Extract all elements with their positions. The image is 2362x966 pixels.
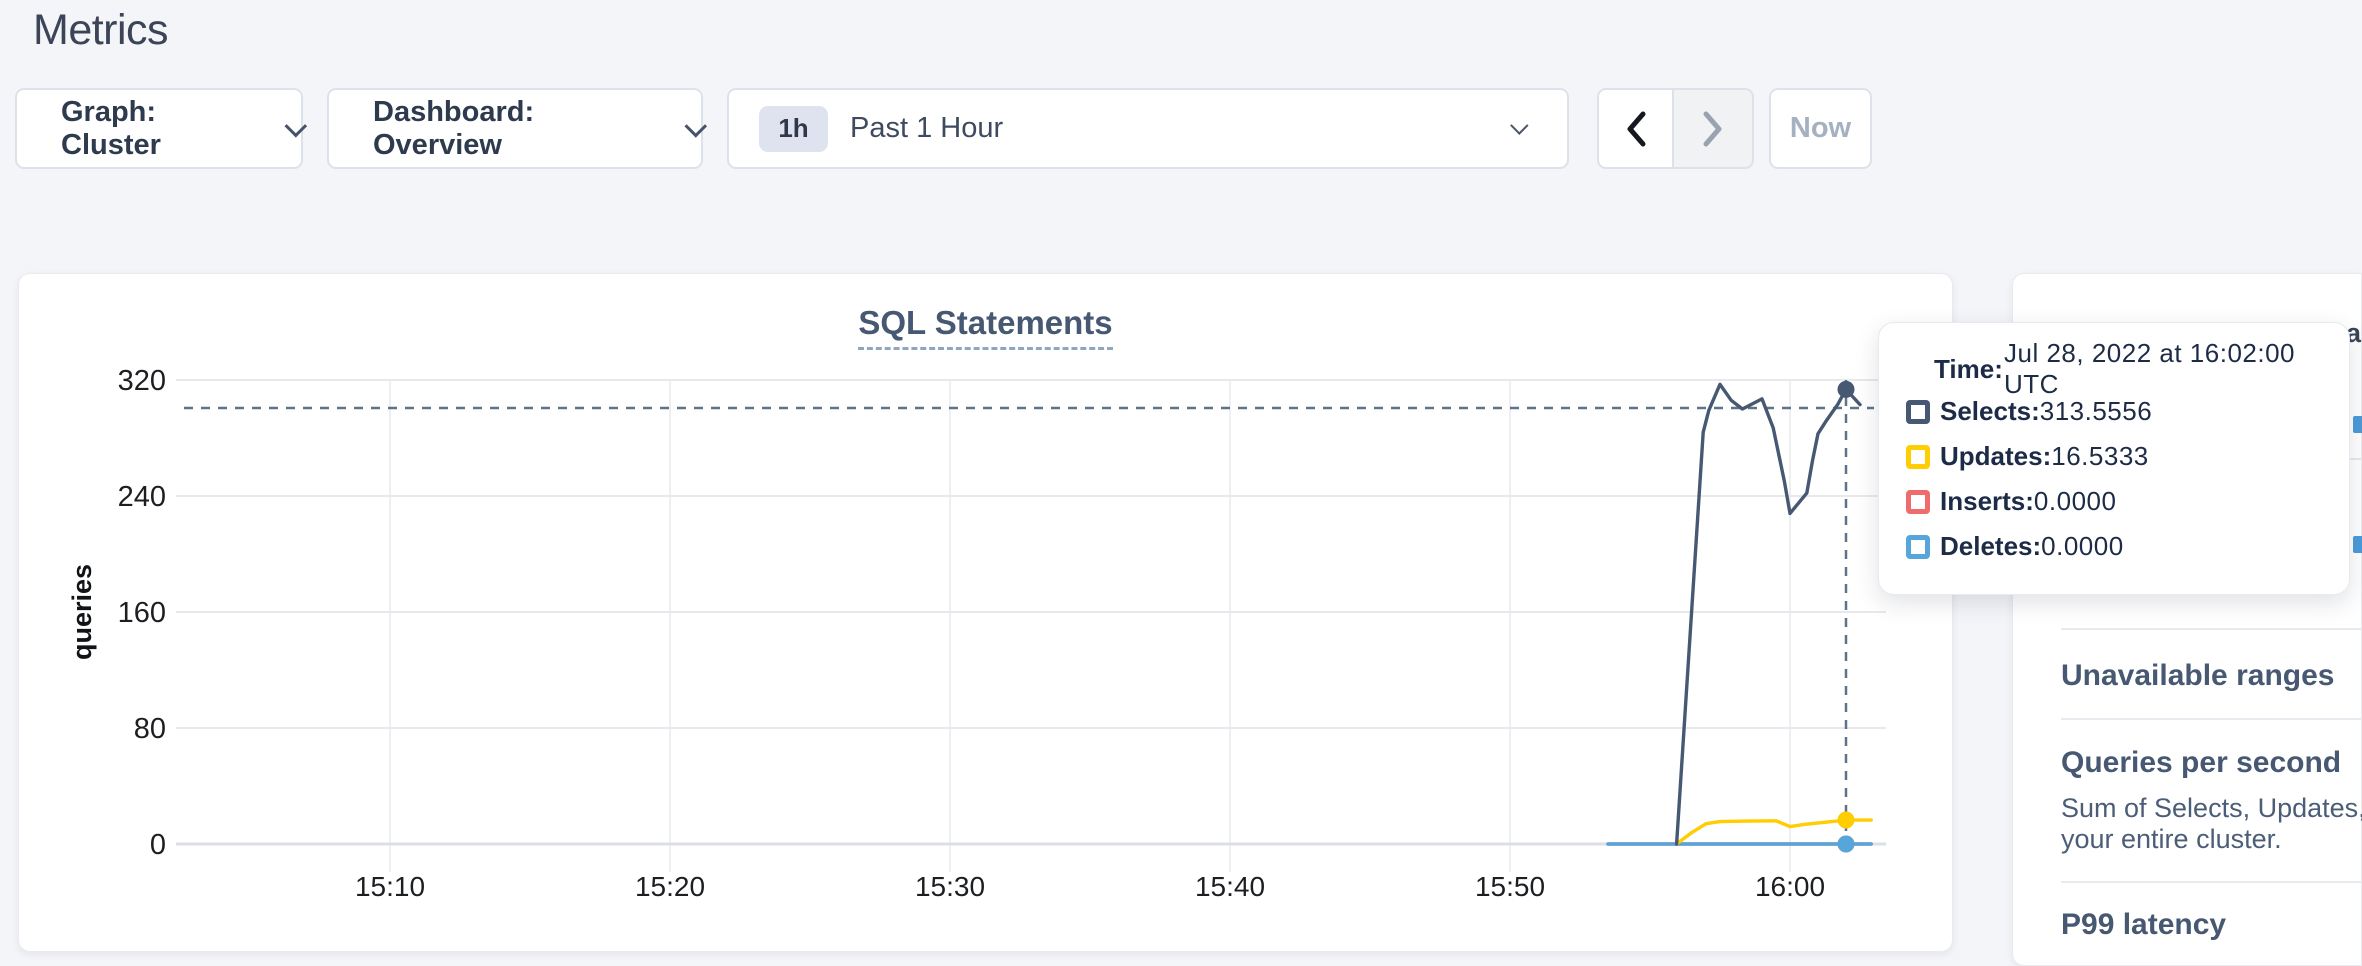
y-axis-tick-label: 320 bbox=[118, 365, 166, 397]
tooltip-series-value: 0.0000 bbox=[2034, 486, 2117, 517]
sidebar-section-unavailable-ranges: Unavailable ranges bbox=[2061, 659, 2334, 693]
clipped-link-fragment bbox=[2353, 416, 2362, 433]
series-swatch-icon bbox=[1906, 445, 1930, 469]
x-axis-tick-label: 15:20 bbox=[635, 871, 705, 902]
sql-statements-chart-card: SQL Statements 15:1015:2015:3015:4015:50… bbox=[18, 273, 1953, 952]
sidebar-section-description: Sum of Selects, Updates, Inser bbox=[2061, 793, 2362, 824]
divider bbox=[2061, 628, 2361, 630]
x-axis-tick-label: 15:40 bbox=[1195, 871, 1265, 902]
y-axis-tick-label: 240 bbox=[118, 481, 166, 513]
x-axis-tick-label: 15:50 bbox=[1475, 871, 1545, 902]
divider bbox=[2061, 881, 2361, 883]
time-back-button[interactable] bbox=[1597, 88, 1674, 169]
hover-marker-selects bbox=[1838, 381, 1855, 398]
x-axis-tick-label: 15:10 bbox=[355, 871, 425, 902]
series-line-selects bbox=[1677, 384, 1860, 844]
dashboard-dropdown-label: Dashboard: Overview bbox=[373, 96, 661, 162]
dashboard-dropdown[interactable]: Dashboard: Overview bbox=[327, 88, 703, 169]
time-range-selector[interactable]: 1h Past 1 Hour bbox=[727, 88, 1569, 169]
tooltip-time-label: Time: bbox=[1934, 354, 2004, 385]
tooltip-series-label: Deletes: bbox=[1940, 531, 2041, 562]
hover-marker-updates bbox=[1838, 812, 1855, 829]
tooltip-series-label: Inserts: bbox=[1940, 486, 2034, 517]
series-swatch-icon bbox=[1906, 490, 1930, 514]
time-forward-button[interactable] bbox=[1672, 88, 1754, 169]
time-range-badge: 1h bbox=[759, 106, 828, 152]
series-swatch-icon bbox=[1906, 535, 1930, 559]
page-title: Metrics bbox=[33, 6, 168, 55]
tooltip-series-value: 16.5333 bbox=[2051, 441, 2148, 472]
y-axis-title: queries bbox=[67, 564, 97, 660]
hover-marker-deletes bbox=[1838, 836, 1855, 853]
graph-dropdown-label: Graph: Cluster bbox=[61, 96, 261, 162]
tooltip-series-label: Selects: bbox=[1940, 396, 2040, 427]
graph-dropdown[interactable]: Graph: Cluster bbox=[15, 88, 303, 169]
divider bbox=[2061, 718, 2361, 720]
sidebar-section-queries-per-second: Queries per second bbox=[2061, 746, 2341, 780]
tooltip-time-row: Time: Jul 28, 2022 at 16:02:00 UTC bbox=[1879, 349, 2349, 389]
chevron-left-icon bbox=[1624, 110, 1648, 148]
chart-hover-tooltip: Time: Jul 28, 2022 at 16:02:00 UTC Selec… bbox=[1878, 322, 2350, 595]
tooltip-series-row: Deletes:0.0000 bbox=[1879, 524, 2349, 569]
chevron-down-icon bbox=[285, 114, 307, 136]
chevron-down-icon bbox=[1510, 116, 1528, 134]
y-axis-tick-label: 160 bbox=[118, 597, 166, 629]
tooltip-series-value: 313.5556 bbox=[2040, 396, 2152, 427]
now-button-label: Now bbox=[1790, 112, 1851, 145]
sidebar-section-p99-latency: P99 latency bbox=[2061, 908, 2226, 942]
sidebar-section-description: your entire cluster. bbox=[2061, 824, 2282, 855]
y-axis-tick-label: 0 bbox=[150, 829, 166, 861]
chevron-down-icon bbox=[685, 115, 707, 137]
series-swatch-icon bbox=[1906, 400, 1930, 424]
tooltip-time-value: Jul 28, 2022 at 16:02:00 UTC bbox=[2004, 338, 2349, 400]
chevron-right-icon bbox=[1701, 110, 1725, 148]
x-axis-tick-label: 15:30 bbox=[915, 871, 985, 902]
clipped-link-fragment bbox=[2353, 536, 2362, 553]
sql-statements-chart[interactable]: 15:10 15:20 15:30 15:40 15:50 16:00 0 80 160 240 3… bbox=[19, 274, 1954, 953]
tooltip-series-label: Updates: bbox=[1940, 441, 2051, 472]
tooltip-series-row: Updates:16.5333 bbox=[1879, 434, 2349, 479]
tooltip-series-row: Inserts:0.0000 bbox=[1879, 479, 2349, 524]
y-axis-tick-label: 80 bbox=[134, 713, 166, 745]
time-range-label: Past 1 Hour bbox=[850, 112, 1003, 145]
now-button[interactable]: Now bbox=[1769, 88, 1872, 169]
x-axis-tick-label: 16:00 bbox=[1755, 871, 1825, 902]
tooltip-series-value: 0.0000 bbox=[2041, 531, 2124, 562]
